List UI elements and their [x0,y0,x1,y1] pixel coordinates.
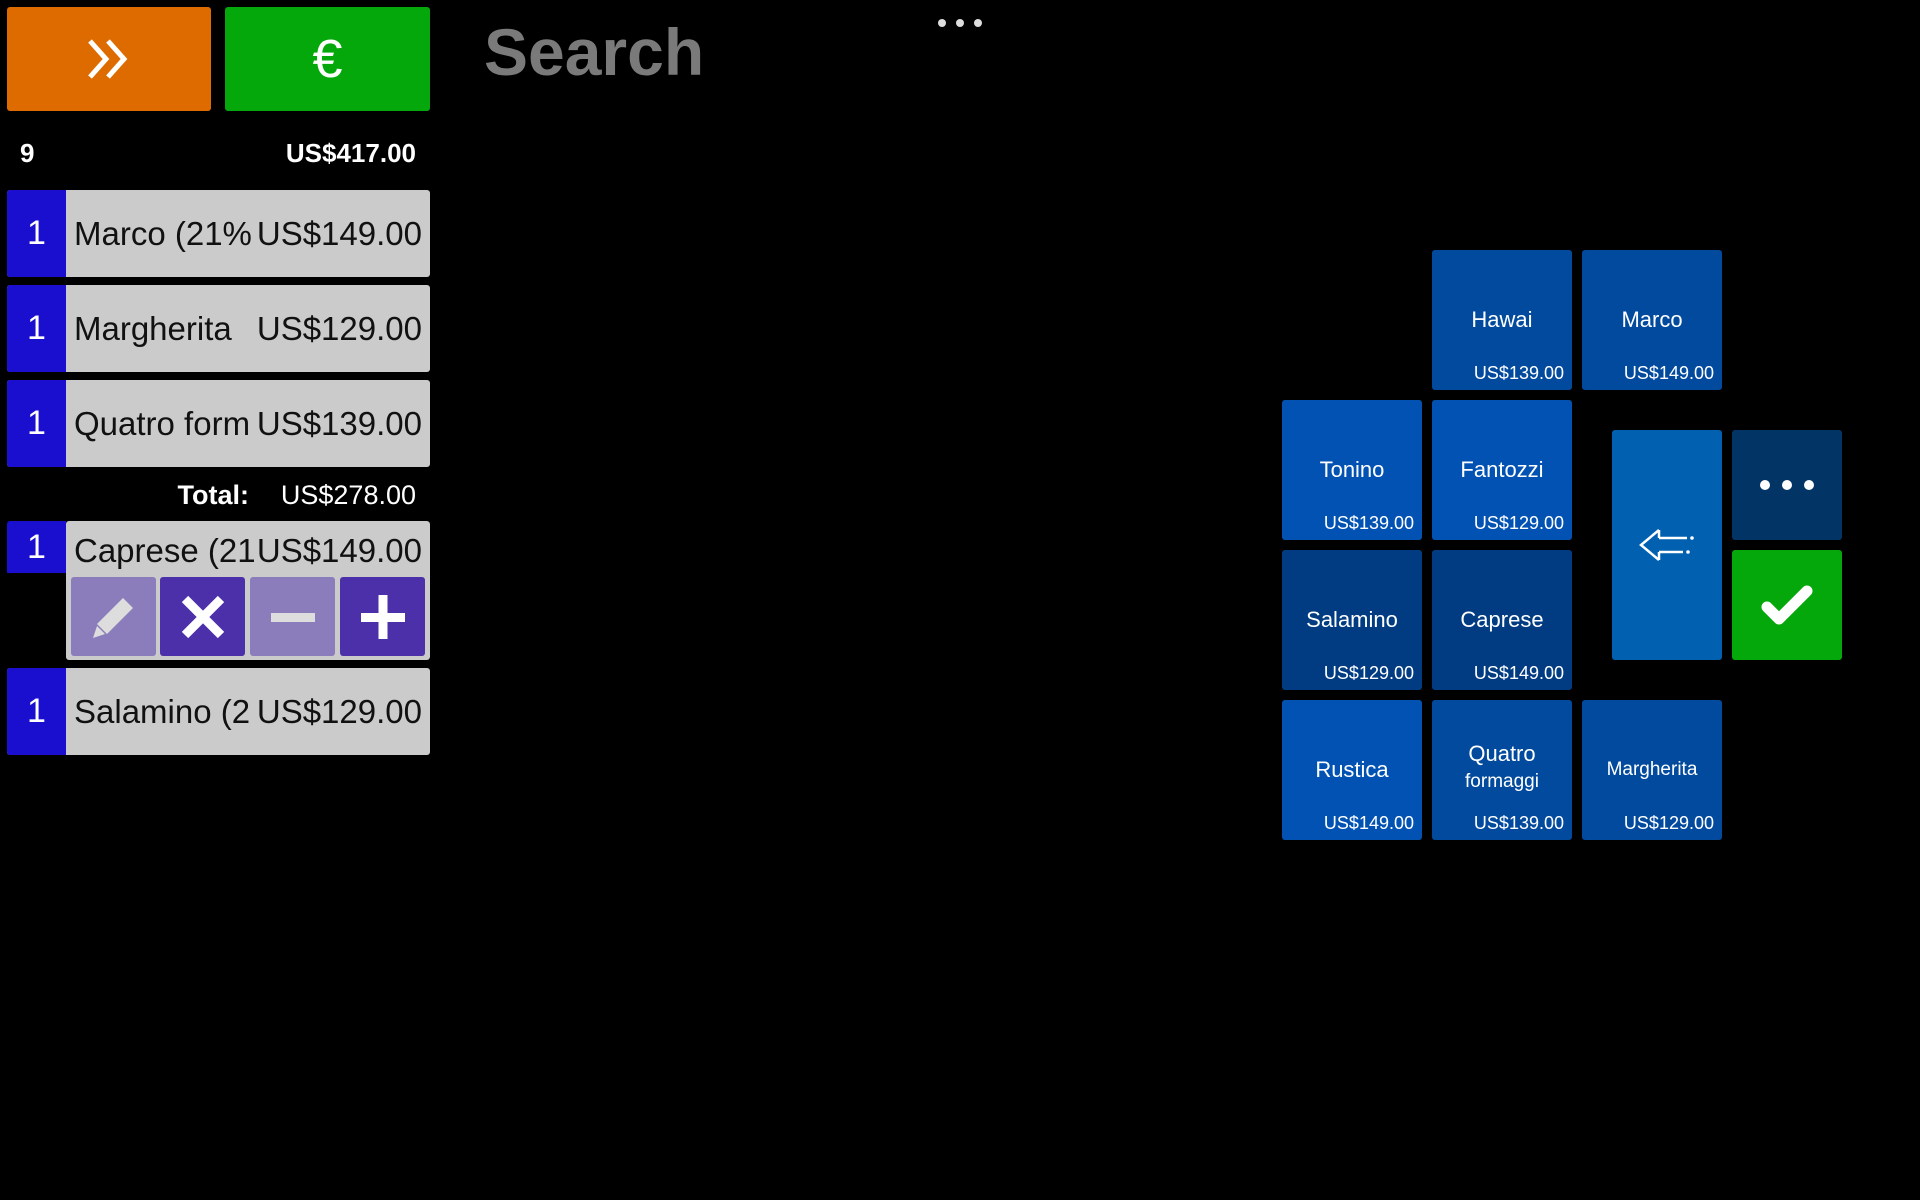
product-name: Margherita [1606,759,1698,780]
product-tile[interactable]: Salamino US$129.00 [1282,550,1422,690]
product-tile[interactable]: Marco US$149.00 [1582,250,1722,390]
product-tile[interactable]: Quatro formaggi US$139.00 [1432,700,1572,840]
line-quantity: 1 [7,668,66,755]
product-tile[interactable]: Hawai US$139.00 [1432,250,1572,390]
delete-line-button[interactable] [160,577,245,656]
confirm-button[interactable] [1732,550,1842,660]
back-button[interactable] [1612,430,1722,660]
product-name: Salamino [1306,607,1398,632]
product-price: US$149.00 [1473,663,1564,683]
item-count: 9 [20,138,35,168]
product-price: US$129.00 [1623,813,1714,833]
line-name: Caprese (21 [74,532,254,569]
line-quantity: 1 [7,285,66,372]
forward-button[interactable] [7,7,211,111]
subtotal-label: Total: [177,480,249,510]
close-icon [181,595,224,638]
order-line-selected[interactable]: 1 Caprese (21 US$149.00 [7,521,430,660]
line-price: US$139.00 [256,405,422,442]
line-price: US$129.00 [256,693,422,730]
product-tile[interactable]: Tonino US$139.00 [1282,400,1422,540]
more-options-button[interactable] [1732,430,1842,540]
decrease-quantity-button[interactable] [250,577,335,656]
search-field[interactable]: Search [484,14,704,90]
dot [1804,480,1814,490]
line-price: US$149.00 [256,215,422,252]
product-tile[interactable]: Margherita US$129.00 [1582,700,1722,840]
subtotal-value: US$278.00 [280,480,416,510]
edit-line-button[interactable] [71,577,156,656]
line-quantity: 1 [7,190,66,277]
product-name-line2: formaggi [1465,771,1539,792]
line-quantity: 1 [7,521,66,573]
line-quantity: 1 [7,380,66,467]
euro-icon: € [312,29,343,89]
product-price: US$149.00 [1323,813,1414,833]
line-price: US$129.00 [256,310,422,347]
product-tile[interactable]: Caprese US$149.00 [1432,550,1572,690]
increase-quantity-button[interactable] [340,577,425,656]
product-name: Marco [1621,307,1683,332]
product-tile[interactable]: Fantozzi US$129.00 [1432,400,1572,540]
product-price: US$129.00 [1473,513,1564,533]
double-chevron-right-icon [88,39,128,79]
order-line[interactable]: 1 Quatro form US$139.00 [7,380,430,467]
line-name: Margherita [74,310,232,347]
order-line[interactable]: 1 Margherita US$129.00 [7,285,430,372]
back-arrow-icon [1639,529,1694,561]
product-name-line1: Quatro [1468,741,1536,766]
grand-total: US$417.00 [285,138,416,168]
line-price: US$149.00 [256,532,422,569]
product-price: US$139.00 [1473,363,1564,383]
product-name: Quatro formaggi [1432,742,1572,794]
product-price: US$149.00 [1623,363,1714,383]
product-name: Rustica [1315,757,1389,782]
line-name: Salamino (2 [74,693,251,730]
more-dots-icon[interactable] [938,16,982,30]
product-name: Fantozzi [1460,457,1544,482]
dot [1782,480,1792,490]
product-price: US$129.00 [1323,663,1414,683]
minus-icon [270,612,315,622]
pay-button[interactable]: € [225,7,430,111]
order-line[interactable]: 1 Marco (21% US$149.00 [7,190,430,277]
plus-icon [360,594,405,639]
order-line[interactable]: 1 Salamino (2 US$129.00 [7,668,430,755]
product-name: Hawai [1471,307,1533,332]
line-name: Marco (21% [74,215,252,252]
pencil-icon [92,597,133,638]
line-name: Quatro form [74,405,251,442]
product-name: Tonino [1319,457,1385,482]
checkmark-icon [1761,585,1813,625]
product-price: US$139.00 [1323,513,1414,533]
product-tile[interactable]: Rustica US$149.00 [1282,700,1422,840]
product-price: US$139.00 [1473,813,1564,833]
dot [1760,480,1770,490]
product-name: Caprese [1460,607,1544,632]
